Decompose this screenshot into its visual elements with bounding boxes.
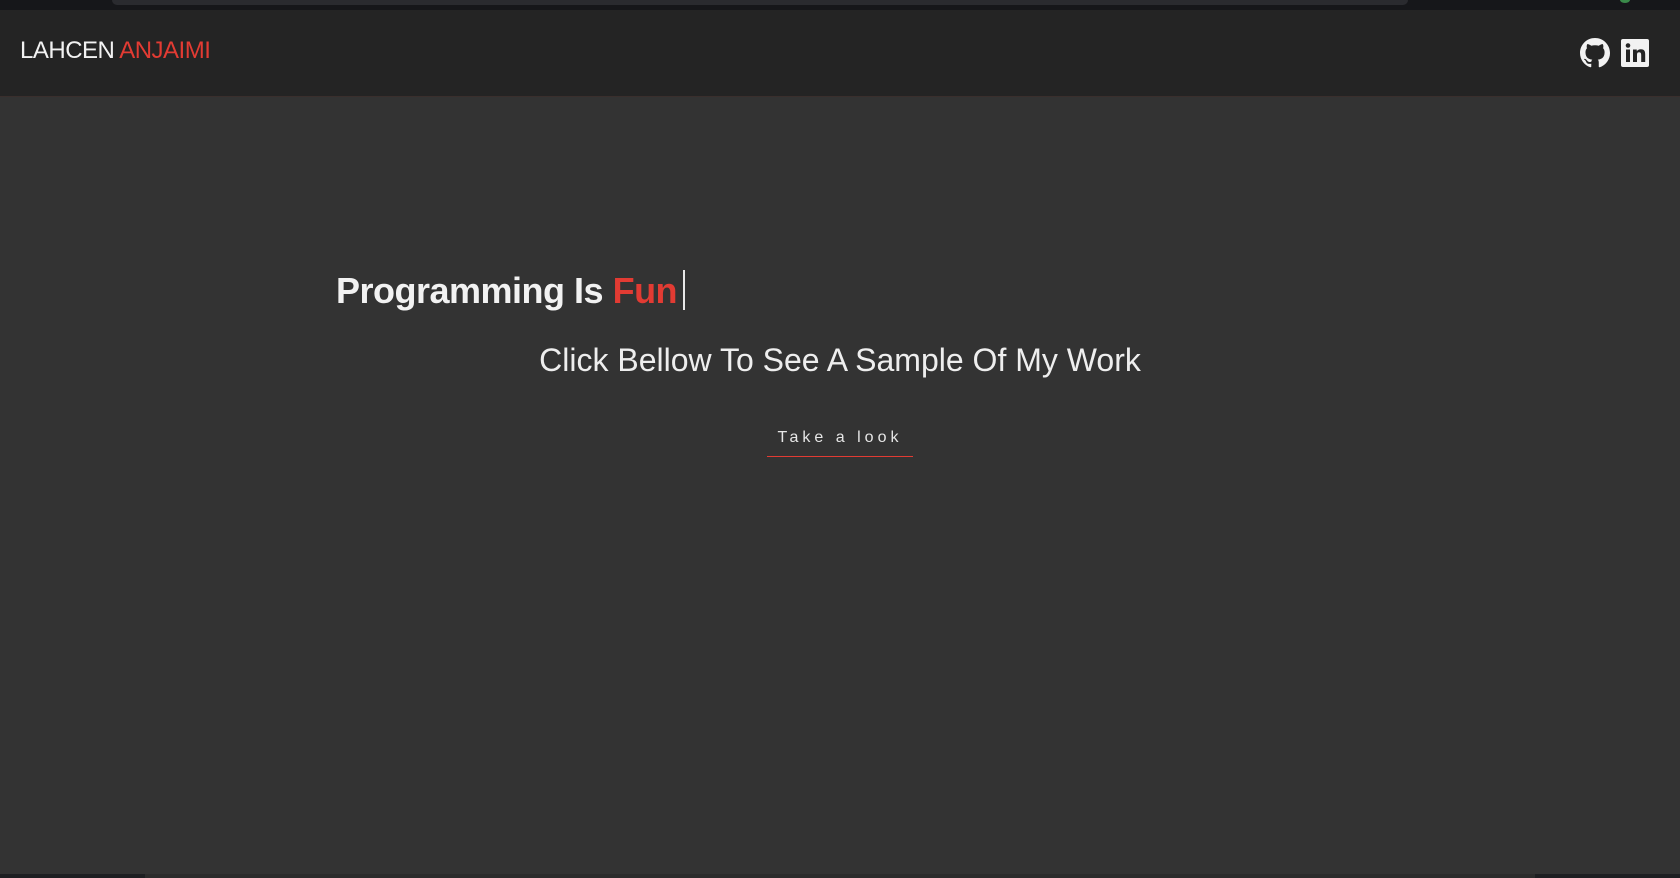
brand-last-name: ANJAIMI: [119, 37, 211, 64]
window-bottom-strip: [0, 874, 1680, 878]
hero-subtitle: Click Bellow To See A Sample Of My Work: [539, 342, 1141, 378]
window-top-bar: [112, 0, 1408, 5]
linkedin-icon[interactable]: [1620, 38, 1650, 68]
headline-prefix: Programming Is: [336, 270, 604, 311]
social-links: [1580, 38, 1650, 68]
github-icon[interactable]: [1580, 38, 1610, 68]
navbar: LAHCEN ANJAIMI: [0, 10, 1680, 97]
take-a-look-button[interactable]: Take a look: [767, 419, 913, 457]
hero-section: Programming Is Fun Click Bellow To See A…: [0, 97, 1680, 878]
typing-cursor: [683, 270, 686, 310]
brand-first-name: LAHCEN: [20, 37, 115, 64]
window-bottom-bar: [145, 874, 1535, 878]
brand-logo[interactable]: LAHCEN ANJAIMI: [20, 37, 211, 65]
headline-accent-word: Fun: [612, 270, 678, 311]
hero-headline: Programming Is Fun: [336, 270, 686, 312]
status-dot: [1620, 0, 1630, 3]
window-top-strip: [0, 0, 1680, 10]
